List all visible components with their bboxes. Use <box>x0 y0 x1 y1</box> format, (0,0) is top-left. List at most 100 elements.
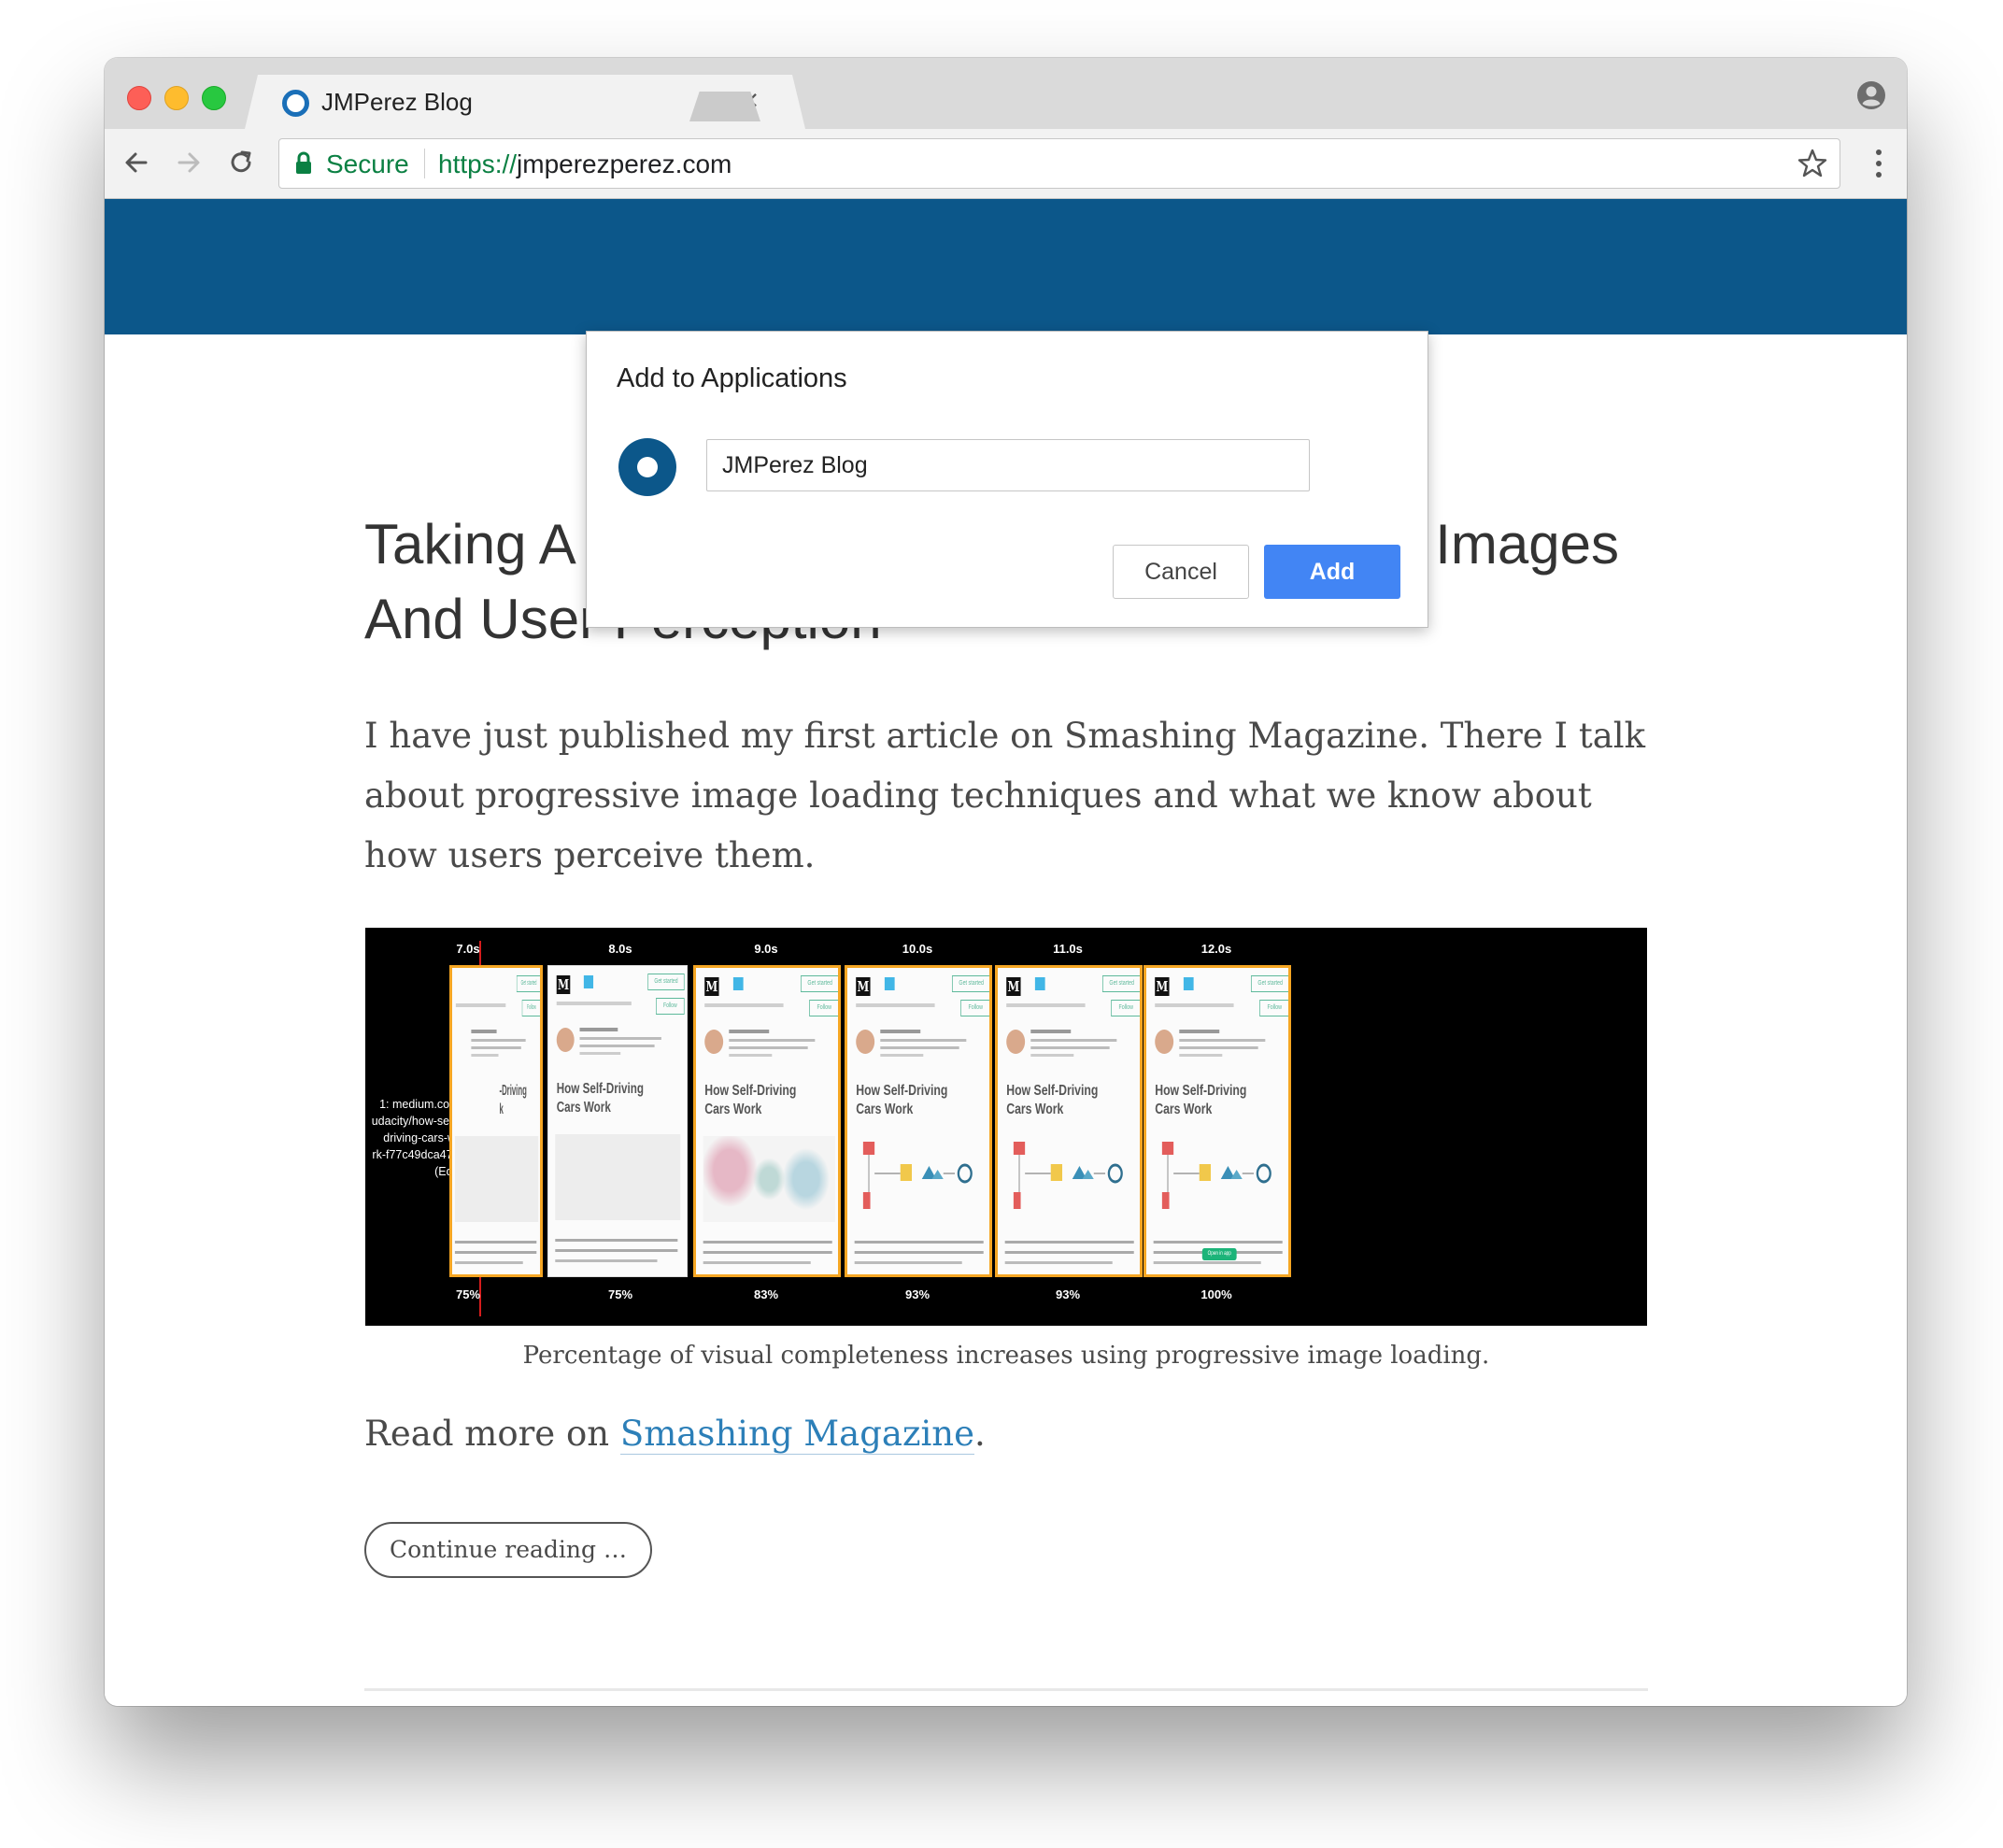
frame-percent-label: 100% <box>1200 1287 1232 1301</box>
frame-time-label: 8.0s <box>608 942 632 956</box>
mini-follow-button: Follow <box>960 1000 989 1016</box>
publication-logo <box>1183 977 1194 990</box>
secure-label: Secure <box>326 149 409 178</box>
mini-text-line <box>1153 1241 1283 1244</box>
frame-content: M Get started Follow How Self-Driving Cars … <box>696 968 838 1274</box>
mini-text-line <box>555 1239 678 1242</box>
medium-logo: M <box>556 975 571 994</box>
mini-nav-row <box>1155 1003 1234 1007</box>
publication-logo <box>732 977 744 990</box>
mini-nav-row <box>856 1003 935 1007</box>
post-divider <box>364 1688 1648 1691</box>
toolbar: Secure https://jmperezperez.com <box>105 129 1907 199</box>
minimize-window-button[interactable] <box>164 86 189 110</box>
mini-article-title: How Self-Driving Cars Work <box>1006 1083 1099 1117</box>
mini-text-line <box>854 1261 962 1264</box>
continue-reading-button[interactable]: Continue reading … <box>364 1522 652 1578</box>
mini-bio-line <box>579 1037 661 1040</box>
image-placeholder <box>454 1136 539 1222</box>
filmstrip-frame: Get started Follow -Driving k <box>449 965 543 1277</box>
mini-text-line <box>1153 1261 1261 1264</box>
star-icon[interactable] <box>1797 148 1828 179</box>
mini-bio-line <box>729 1046 808 1049</box>
mini-open-in-app-button: Open in app <box>1201 1248 1237 1260</box>
medium-logo: M <box>856 977 871 996</box>
publication-logo <box>1034 977 1045 990</box>
publication-logo <box>884 977 895 990</box>
mini-nav-row <box>704 1003 784 1007</box>
mini-text-line <box>703 1241 832 1244</box>
profile-icon[interactable] <box>1856 80 1886 110</box>
mini-get-started-button: Get started <box>951 975 989 992</box>
mini-follow-button: Follow <box>521 1000 540 1016</box>
mini-author-line <box>1179 1030 1220 1033</box>
mini-date-line <box>471 1054 499 1057</box>
site-header <box>105 199 1907 334</box>
image-placeholder <box>555 1134 681 1220</box>
frame-time-label: 12.0s <box>1200 942 1232 956</box>
medium-logo: M <box>1006 977 1021 996</box>
article-body: I have just published my first article o… <box>364 716 1646 875</box>
frame-percent-label: 93% <box>904 1287 930 1301</box>
mini-bio-line <box>1030 1039 1117 1042</box>
mini-date-line <box>729 1054 773 1057</box>
reload-icon[interactable] <box>224 146 258 179</box>
read-more-text: Read more on Smashing Magazine. <box>364 1414 986 1455</box>
mini-text-line <box>555 1259 658 1262</box>
mini-author-line <box>471 1030 497 1033</box>
cancel-button[interactable]: Cancel <box>1113 545 1249 599</box>
mini-text-line <box>703 1251 832 1254</box>
frame-time-label: 7.0s <box>456 942 480 956</box>
mini-get-started-button: Get started <box>516 975 540 992</box>
read-more-prefix: Read more on <box>364 1414 620 1454</box>
figure-caption: Percentage of visual completeness increa… <box>522 1342 1490 1370</box>
menu-dots-icon[interactable] <box>1875 148 1882 179</box>
mini-follow-button: Follow <box>1259 1000 1288 1016</box>
mini-follow-button: Follow <box>809 1000 838 1016</box>
mini-nav-row <box>556 1002 632 1005</box>
mini-text-line <box>1004 1251 1134 1254</box>
frame-percent-label: 83% <box>753 1287 779 1301</box>
mini-article-title: -Driving k <box>499 1083 527 1117</box>
close-window-button[interactable] <box>127 86 151 110</box>
filmstrip-frame: M Get started Follow How Self-Driving Cars … <box>995 965 1143 1277</box>
mini-text-line <box>1004 1241 1134 1244</box>
new-tab-button[interactable] <box>689 92 760 121</box>
mini-article-title: How Self-Driving Cars Work <box>556 1081 644 1116</box>
mini-text-line <box>703 1261 811 1264</box>
back-arrow-icon[interactable] <box>120 146 153 179</box>
mini-bio-line <box>1030 1046 1110 1049</box>
mini-date-line <box>1179 1054 1223 1057</box>
mini-author-line <box>880 1030 921 1033</box>
filmstrip-url-label: 1: medium.com/ udacity/how-self -driving… <box>371 1098 462 1178</box>
favicon-icon <box>282 90 309 117</box>
app-name-input[interactable] <box>706 439 1310 491</box>
mini-bio-line <box>579 1045 655 1047</box>
frame-percent-label: 93% <box>1055 1287 1081 1301</box>
app-icon <box>618 438 676 496</box>
smashing-magazine-link[interactable]: Smashing Magazine <box>619 1414 975 1455</box>
add-to-applications-dialog: Add to Applications Cancel Add <box>586 331 1428 628</box>
diagram-image <box>1161 1142 1271 1209</box>
frame-content: M Get started Follow How Self-Driving Cars … <box>998 968 1140 1274</box>
mini-get-started-button: Get started <box>800 975 838 992</box>
mini-text-line <box>454 1251 537 1254</box>
forward-arrow-icon[interactable] <box>172 146 206 179</box>
add-button[interactable]: Add <box>1264 545 1400 599</box>
mini-bio-line <box>471 1046 521 1049</box>
zoom-window-button[interactable] <box>202 86 226 110</box>
diagram-image <box>1013 1142 1123 1209</box>
mini-bio-line <box>729 1039 816 1042</box>
tab-bar: JMPerez Blog × <box>105 58 1907 129</box>
omnibox-separator <box>424 149 425 178</box>
mini-text-line <box>1004 1261 1113 1264</box>
tab-title: JMPerez Blog <box>321 88 473 116</box>
frame-percent-label: 75% <box>455 1287 481 1301</box>
mini-bio-line <box>1179 1039 1266 1042</box>
mini-date-line <box>579 1052 621 1055</box>
address-bar[interactable]: Secure https://jmperezperez.com <box>278 138 1840 189</box>
mini-article-title: How Self-Driving Cars Work <box>704 1083 797 1117</box>
mini-get-started-button: Get started <box>1250 975 1288 992</box>
frame-content: M Get started Follow How Self-Driving Cars … <box>847 968 989 1274</box>
frame-content: M Get started Follow How Self-Driving Cars … <box>1146 968 1288 1274</box>
